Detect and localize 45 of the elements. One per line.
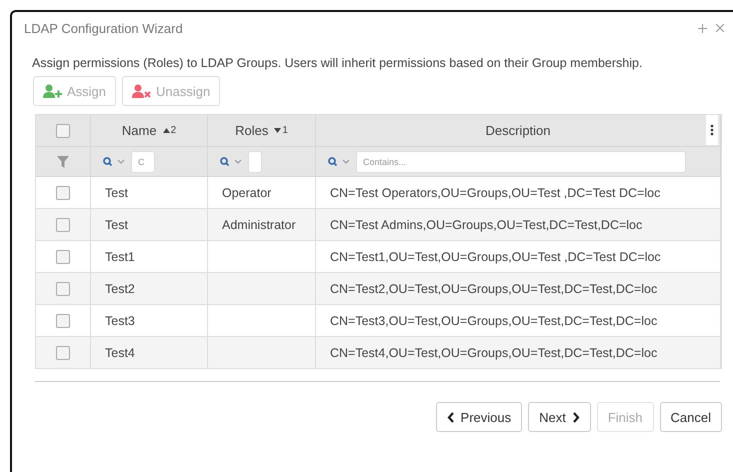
table-cell-text: CN=Test2,OU=Test,OU=Groups,OU=Test,DC=Test,DC=loc (329, 282, 658, 296)
search-dropdown-icon[interactable] (103, 156, 125, 166)
table-cell-text: Test4 (104, 346, 135, 360)
filter-input[interactable] (248, 150, 262, 172)
table-cell-text: CN=Test Operators,OU=Groups,OU=Test ,DC=Test DC=loc (329, 186, 660, 200)
column-menu-icon[interactable] (706, 115, 718, 145)
table-cell-text: CN=Test3,OU=Test,OU=Groups,OU=Test,DC=Test,DC=loc (329, 314, 658, 328)
table-cell-text: CN=Test1,OU=Test,OU=Groups,OU=Test ,DC=Test DC=loc (329, 250, 661, 264)
table-cell-text: Test1 (104, 250, 135, 264)
table-cell-text: Test (104, 218, 128, 232)
row-checkbox[interactable] (56, 282, 70, 296)
row-checkbox[interactable] (56, 346, 70, 360)
table-cell-text: Test (104, 186, 128, 200)
user-remove-icon (132, 84, 152, 98)
row-checkbox[interactable] (56, 186, 70, 200)
table-cell-text: CN=Test Admins,OU=Groups,OU=Test,DC=Test,DC=loc (329, 218, 642, 232)
row-checkbox[interactable] (56, 250, 70, 264)
table-cell-text: Test3 (104, 314, 135, 328)
intro-text: Assign permissions (Roles) to LDAP Groups. Users will inherit permissions based on their Group membership. (32, 55, 644, 72)
window-title: LDAP Configuration Wizard (24, 20, 184, 36)
column-header[interactable]: Name (122, 123, 157, 138)
cancel-button[interactable]: Cancel (660, 402, 722, 432)
sort-indicator: 1 (274, 125, 288, 136)
close-icon[interactable] (716, 24, 724, 32)
search-dropdown-icon[interactable] (328, 156, 350, 166)
sort-indicator: 2 (162, 125, 176, 136)
filter-input[interactable]: C (131, 150, 155, 172)
table-cell-text: Test2 (104, 282, 135, 296)
column-header[interactable]: Roles (235, 123, 268, 138)
search-dropdown-icon[interactable] (220, 156, 242, 166)
chevron-right-icon (572, 412, 580, 422)
select-all-checkbox[interactable] (56, 124, 70, 138)
previous-button[interactable]: Previous (436, 402, 522, 432)
table-cell-text: CN=Test4,OU=Test,OU=Groups,OU=Test,DC=Test,DC=loc (329, 346, 658, 360)
user-add-icon (43, 84, 63, 98)
next-button[interactable]: Next (528, 402, 591, 432)
chevron-left-icon (446, 412, 455, 422)
filter-icon[interactable] (57, 156, 69, 168)
table-cell-text: Operator (221, 186, 272, 200)
row-checkbox[interactable] (56, 314, 70, 328)
table-cell-text: Administrator (221, 218, 296, 232)
row-checkbox[interactable] (56, 218, 70, 232)
filter-input[interactable]: Contains... (356, 150, 686, 172)
column-header[interactable]: Description (485, 123, 551, 138)
add-icon[interactable] (698, 24, 707, 32)
